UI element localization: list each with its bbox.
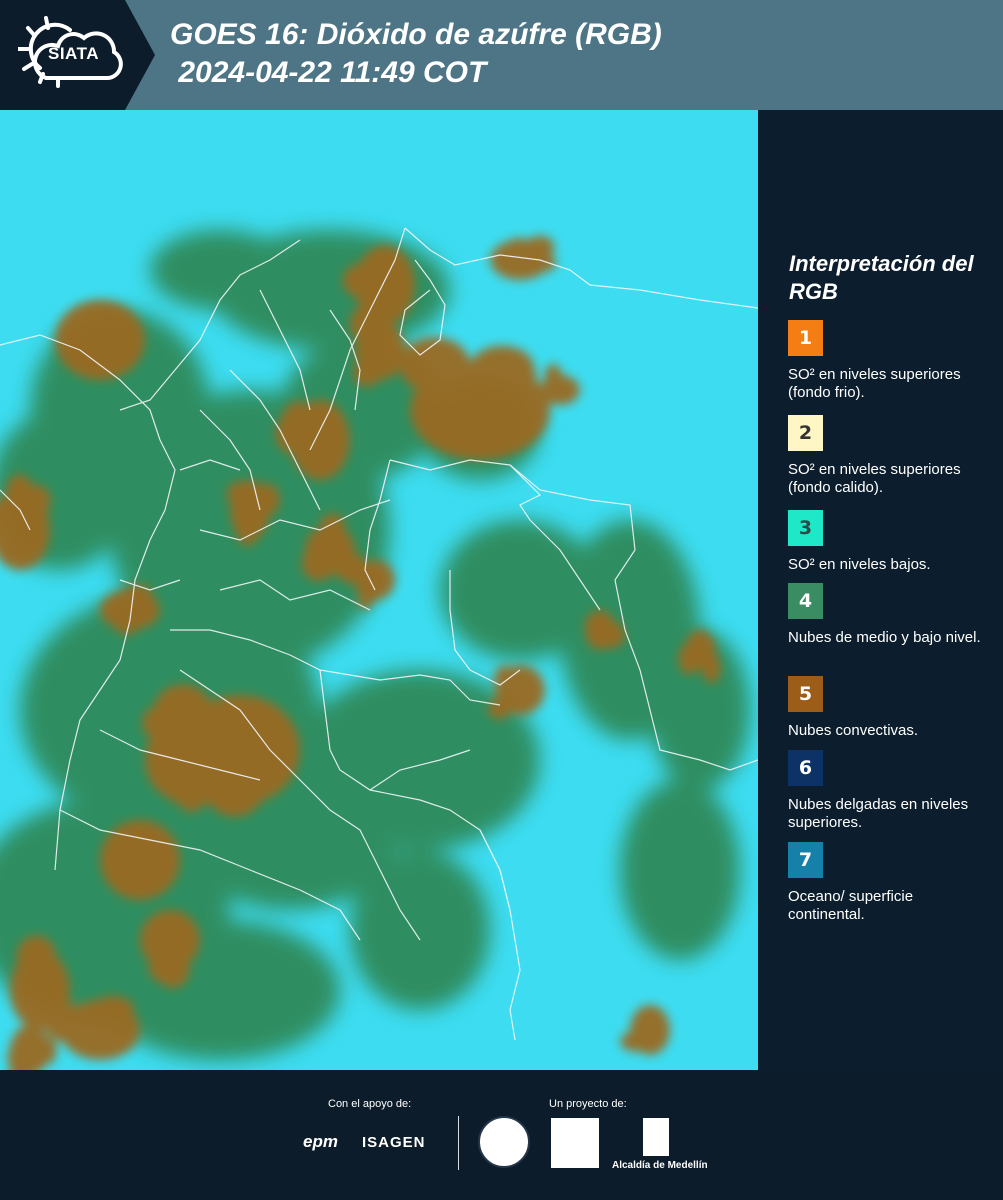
siata-logo-text: SIATA <box>48 44 99 63</box>
siata-logo: SIATA <box>0 0 155 110</box>
legend-swatch: 7 <box>788 842 823 878</box>
legend-swatch: 5 <box>788 676 823 712</box>
page-title: GOES 16: Dióxido de azúfre (RGB) 2024-04… <box>170 18 662 89</box>
legend-panel: Interpretación del RGB 1 SO² en niveles s… <box>758 110 1003 1070</box>
legend-item: 4 Nubes de medio y bajo nivel. <box>788 583 993 647</box>
legend-label: SO² en niveles superiores (fondo frio). <box>788 366 961 401</box>
satellite-map <box>0 110 758 1070</box>
isagen-logo: ISAGEN <box>362 1134 426 1151</box>
header-bar: SIATA GOES 16: Dióxido de azúfre (RGB) 2… <box>0 0 1003 110</box>
rgb-satellite-image <box>0 110 758 1070</box>
legend-label: Nubes de medio y bajo nivel. <box>788 629 981 646</box>
alcaldia-medellin-shield-icon <box>643 1118 669 1156</box>
area-metropolitana-logo <box>551 1118 599 1168</box>
support-label: Con el apoyo de: <box>328 1098 412 1110</box>
footer-divider <box>458 1116 459 1170</box>
legend-label: Nubes delgadas en niveles superiores. <box>788 796 969 831</box>
legend-swatch: 3 <box>788 510 823 546</box>
legend-swatch: 1 <box>788 320 823 356</box>
footer: Con el apoyo de: Un proyecto de: epm ISA… <box>0 1070 1003 1200</box>
medellin-emblem-logo <box>478 1116 530 1168</box>
legend-swatch: 6 <box>788 750 823 786</box>
legend-label: SO² en niveles superiores (fondo calido)… <box>788 461 961 496</box>
legend-label: Nubes convectivas. <box>788 722 919 739</box>
legend-swatch: 4 <box>788 583 823 619</box>
legend-title: Interpretación del RGB <box>789 251 974 304</box>
legend-item: 6 Nubes delgadas en niveles superiores. <box>788 750 993 832</box>
legend-label: SO² en niveles bajos. <box>788 556 931 573</box>
epm-logo: epm <box>303 1132 338 1151</box>
legend-item: 2 SO² en niveles superiores (fondo calido… <box>788 415 993 497</box>
legend-item: 5 Nubes convectivas. <box>788 676 993 740</box>
legend-item: 1 SO² en niveles superiores (fondo frio). <box>788 320 993 402</box>
legend-item: 7 Oceano/ superficie continental. <box>788 842 993 924</box>
legend-swatch: 2 <box>788 415 823 451</box>
legend-label: Oceano/ superficie continental. <box>788 888 914 923</box>
legend-item: 3 SO² en niveles bajos. <box>788 510 993 574</box>
alcaldia-medellin-label: Alcaldía de Medellín <box>612 1160 708 1171</box>
project-label: Un proyecto de: <box>549 1098 627 1110</box>
